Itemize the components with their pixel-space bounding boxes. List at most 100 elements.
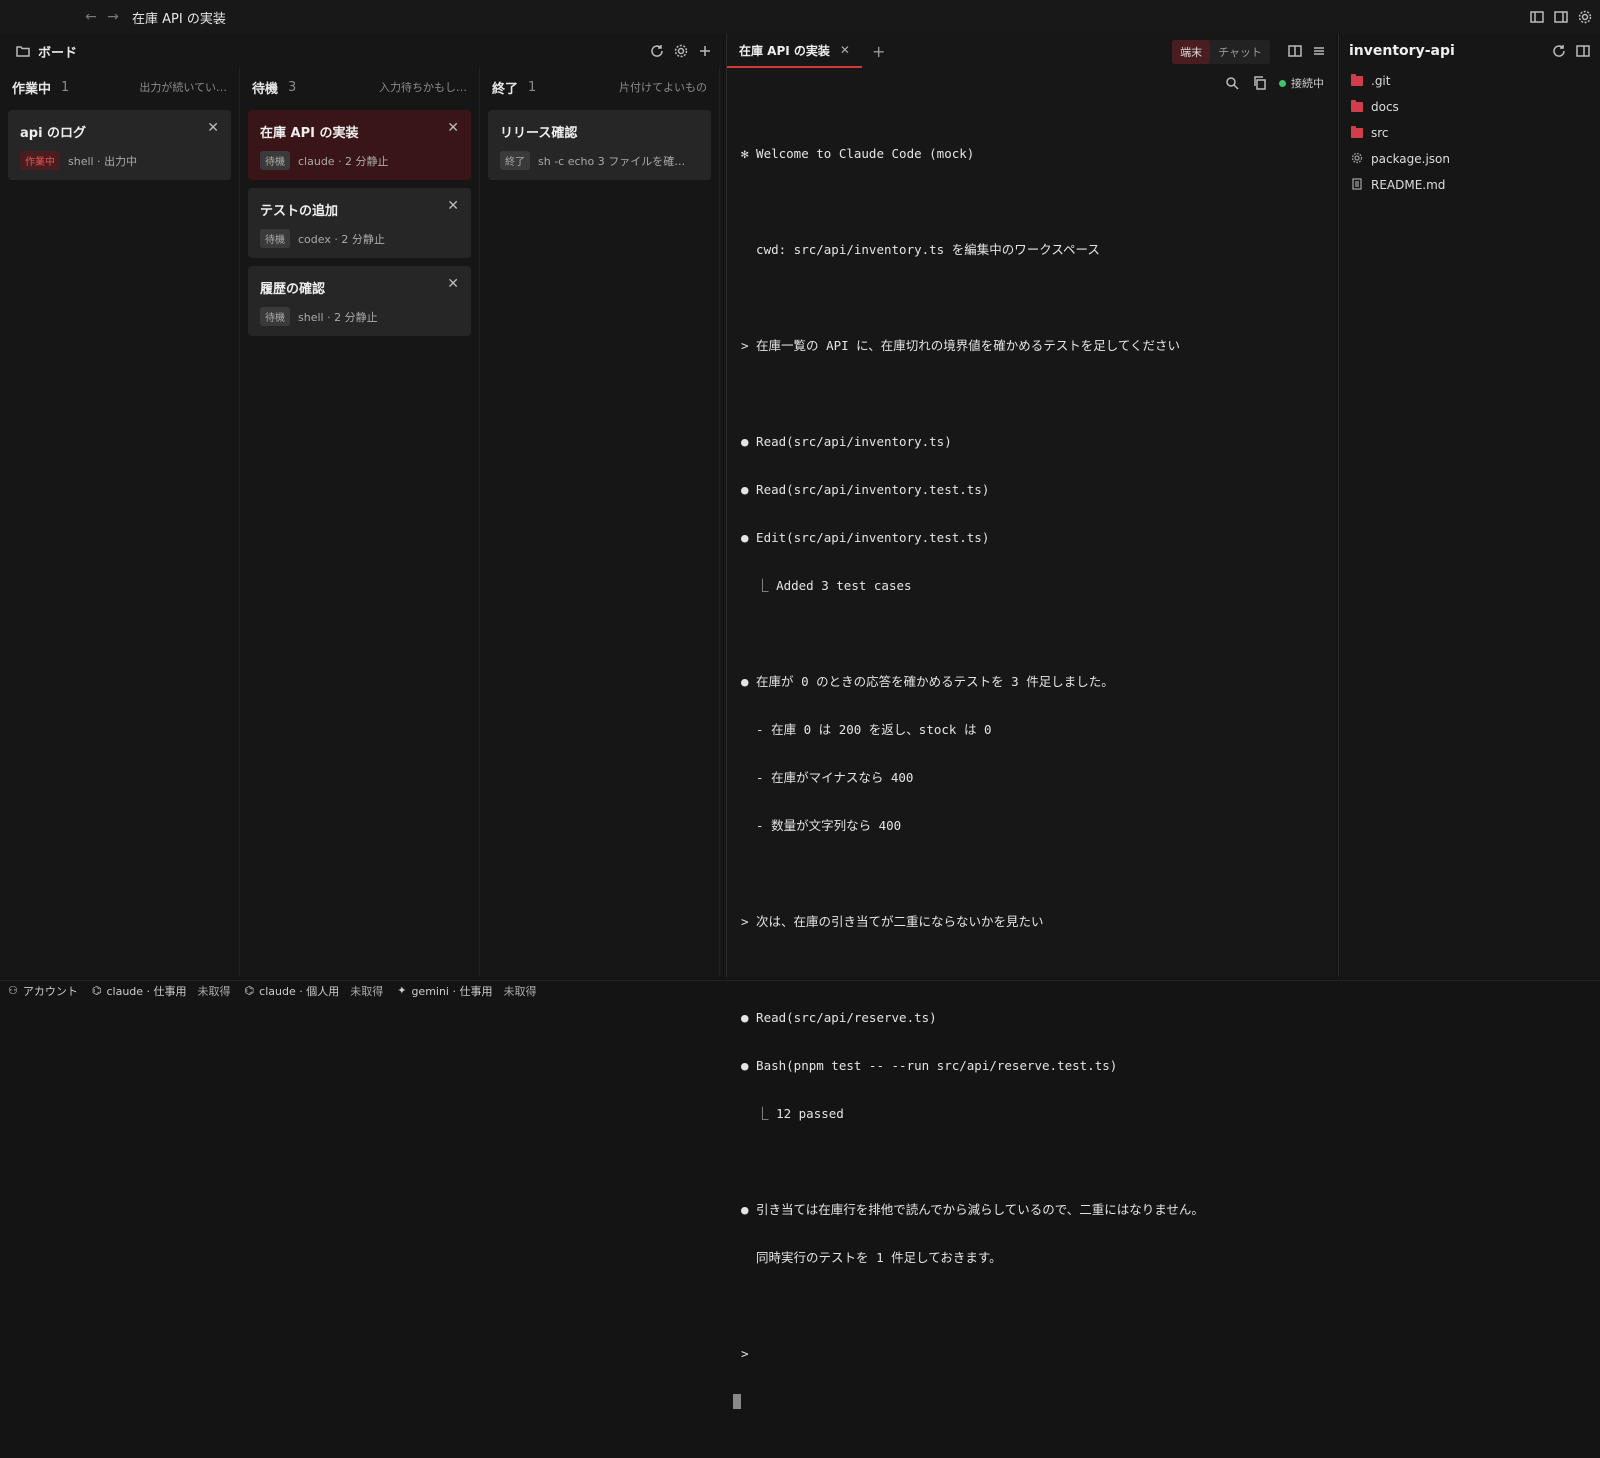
- status-badge: 待機: [260, 229, 290, 248]
- status-dot: [1279, 79, 1286, 87]
- seg-chat-button[interactable]: チャット: [1210, 40, 1270, 64]
- column-done: 終了 1 片付けてよいもの リリース確認 終了 sh -c echo 3 ファイ…: [480, 68, 720, 977]
- terminal-line: - 在庫がマイナスなら 400: [741, 770, 914, 785]
- gear-icon[interactable]: [672, 42, 690, 60]
- project-title: inventory-api: [1349, 43, 1455, 59]
- terminal-line: ⎿ 12 passed: [741, 1106, 844, 1121]
- list-view-icon[interactable]: [1310, 42, 1328, 60]
- card-title: テストの追加: [260, 204, 339, 219]
- terminal-line: ● Read(src/api/inventory.ts): [741, 434, 952, 449]
- terminal-line: ● 在庫が 0 のときの応答を確かめるテストを 3 件足しました。: [741, 674, 1114, 689]
- board-title: ボード: [38, 45, 78, 61]
- file-tree-item[interactable]: .git: [1339, 68, 1600, 94]
- folder-board-icon: [14, 42, 32, 60]
- close-icon[interactable]: ✕: [840, 43, 850, 57]
- provider-label: claude · 仕事用: [106, 984, 187, 998]
- add-icon[interactable]: [696, 42, 714, 60]
- terminal-output[interactable]: ✻ Welcome to Claude Code (mock) cwd: src…: [727, 98, 1336, 1458]
- close-icon[interactable]: ✕: [447, 276, 459, 292]
- close-icon[interactable]: ✕: [447, 198, 459, 214]
- bot-icon: ⌬: [91, 984, 102, 997]
- tab-bar: 在庫 API の実装 ✕ + 端末 チャット: [727, 34, 1336, 68]
- provider-status[interactable]: ✦ gemini · 仕事用 未取得: [397, 983, 536, 999]
- terminal-line: - 数量が文字列なら 400: [741, 818, 902, 833]
- search-icon[interactable]: [1223, 74, 1241, 92]
- column-hint: 出力が続いてい…: [139, 81, 227, 94]
- task-card[interactable]: 在庫 API の実装 ✕ 待機 claude · 2 分静止: [248, 110, 471, 180]
- file-name: README.md: [1371, 178, 1446, 192]
- file-tree-item[interactable]: package.json: [1339, 146, 1600, 172]
- status-badge: 終了: [500, 151, 530, 170]
- sparkle-icon: ✦: [397, 984, 407, 997]
- settings-gear-icon[interactable]: [1576, 8, 1594, 26]
- column-title: 終了: [492, 81, 519, 97]
- card-meta: codex · 2 分静止: [298, 232, 385, 246]
- file-name: docs: [1371, 100, 1399, 114]
- terminal-pane: 在庫 API の実装 ✕ + 端末 チャット 接続中 ✻ Welcome to …: [726, 34, 1336, 1409]
- tab-inventory-api[interactable]: 在庫 API の実装 ✕: [727, 34, 862, 68]
- terminal-line: cwd: src/api/inventory.ts を編集中のワークスペース: [741, 242, 1100, 257]
- split-left-icon[interactable]: [1528, 8, 1546, 26]
- back-arrow-icon[interactable]: ←: [80, 9, 102, 25]
- terminal-line: - 在庫 0 は 200 を返し、stock は 0: [741, 722, 992, 737]
- file-tree-item[interactable]: README.md: [1339, 172, 1600, 198]
- title-bar: ← → 在庫 API の実装: [0, 0, 1600, 34]
- card-meta: shell · 2 分静止: [298, 310, 378, 324]
- account-button[interactable]: ⚇ アカウント: [8, 983, 78, 999]
- config-gear-icon: [1351, 152, 1363, 167]
- board-panel: ボード 作業中 1 出力が続いてい… api のログ ✕ 作業中 shell ·…: [0, 34, 722, 977]
- terminal-line: ● Bash(pnpm test -- --run src/api/reserv…: [741, 1058, 1118, 1073]
- card-meta: claude · 2 分静止: [298, 154, 389, 168]
- forward-arrow-icon[interactable]: →: [102, 9, 124, 25]
- status-badge: 待機: [260, 151, 290, 170]
- column-working: 作業中 1 出力が続いてい… api のログ ✕ 作業中 shell · 出力中: [0, 68, 240, 977]
- terminal-line: 同時実行のテストを 1 件足しておきます。: [741, 1250, 1002, 1265]
- provider-label: claude · 個人用: [259, 984, 340, 998]
- task-card[interactable]: テストの追加 ✕ 待機 codex · 2 分静止: [248, 188, 471, 258]
- seg-terminal-button[interactable]: 端末: [1172, 40, 1211, 64]
- add-tab-icon[interactable]: +: [872, 42, 885, 61]
- provider-status[interactable]: ⌬ claude · 仕事用 未取得: [92, 983, 231, 999]
- card-title: 在庫 API の実装: [260, 126, 359, 141]
- card-meta: sh -c echo 3 ファイルを確…: [538, 154, 686, 168]
- terminal-line: > 次は、在庫の引き当てが二重にならないかを見たい: [741, 914, 1044, 929]
- file-tree-item[interactable]: docs: [1339, 94, 1600, 120]
- provider-state: 未取得: [503, 984, 537, 998]
- column-waiting: 待機 3 入力待ちかもし… 在庫 API の実装 ✕ 待機 claude · 2…: [240, 68, 480, 977]
- terminal-line: ● Read(src/api/inventory.test.ts): [741, 482, 990, 497]
- terminal-cursor: [733, 1394, 741, 1409]
- split-view-icon[interactable]: [1286, 42, 1304, 60]
- collapse-panel-icon[interactable]: [1574, 42, 1592, 60]
- file-tree-item[interactable]: src: [1339, 120, 1600, 146]
- terminal-cursor-line: [733, 1394, 1322, 1410]
- column-count: 1: [61, 79, 70, 95]
- connection-status: 接続中: [1279, 75, 1324, 91]
- task-card[interactable]: 履歴の確認 ✕ 待機 shell · 2 分静止: [248, 266, 471, 336]
- card-title: 履歴の確認: [260, 282, 326, 297]
- copy-icon[interactable]: [1251, 74, 1269, 92]
- close-icon[interactable]: ✕: [447, 120, 459, 136]
- account-label: アカウント: [22, 984, 78, 998]
- refresh-icon[interactable]: [648, 42, 666, 60]
- terminal-toolbar: 接続中: [727, 68, 1336, 98]
- card-title: リリース確認: [500, 126, 578, 141]
- folder-icon: [1351, 100, 1363, 112]
- task-card[interactable]: api のログ ✕ 作業中 shell · 出力中: [8, 110, 231, 180]
- terminal-line: ● Read(src/api/reserve.ts): [741, 1010, 937, 1025]
- split-right-icon[interactable]: [1552, 8, 1570, 26]
- refresh-icon[interactable]: [1550, 42, 1568, 60]
- provider-status[interactable]: ⌬ claude · 個人用 未取得: [245, 983, 384, 999]
- status-text: 接続中: [1291, 77, 1324, 90]
- file-name: .git: [1371, 74, 1391, 88]
- task-card[interactable]: リリース確認 終了 sh -c echo 3 ファイルを確…: [488, 110, 711, 180]
- file-name: src: [1371, 126, 1389, 140]
- terminal-line: ● 引き当ては在庫行を排他で読んでから減らしているので、二重にはなりません。: [741, 1202, 1204, 1217]
- tab-label: 在庫 API の実装: [739, 43, 830, 58]
- close-icon[interactable]: ✕: [207, 120, 219, 136]
- document-icon: [1351, 177, 1363, 193]
